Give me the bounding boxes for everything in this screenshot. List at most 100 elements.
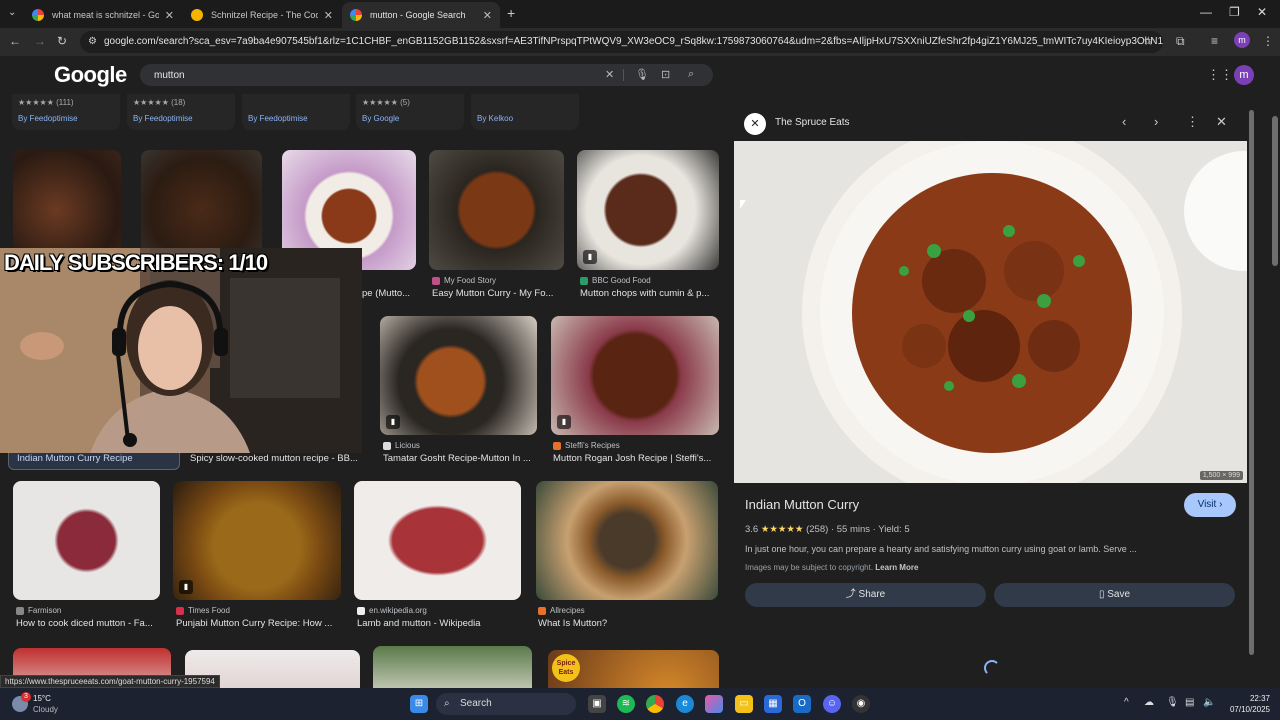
preview-title[interactable]: Indian Mutton Curry [745, 497, 859, 512]
task-view-icon[interactable]: ▣ [588, 695, 606, 713]
bookmark-star-icon[interactable]: ☆ [1143, 34, 1154, 48]
card-by[interactable]: By Feedoptimise [18, 114, 78, 123]
result-caption[interactable]: Spicy slow-cooked mutton recipe - BB... [190, 453, 362, 464]
menu-icon[interactable]: ⋮ [1262, 34, 1274, 48]
google-logo[interactable]: Google [54, 62, 127, 88]
source-favicon-icon [176, 606, 184, 615]
result-image-tamatar-gosht[interactable]: ▮ [380, 316, 537, 435]
close-window-icon[interactable]: ✕ [1257, 5, 1267, 19]
voice-search-icon[interactable]: 🎙 [635, 68, 649, 81]
weather-widget[interactable]: 15°C Cloudy [33, 693, 58, 715]
profile-icon[interactable]: m [1234, 32, 1250, 48]
chrome-icon[interactable] [646, 695, 664, 713]
divider [623, 69, 624, 81]
edge-icon[interactable]: e [676, 695, 694, 713]
outlook-icon[interactable]: O [793, 695, 811, 713]
previous-icon[interactable]: ‹ [1122, 114, 1126, 129]
extensions-icon[interactable]: ⧉ [1176, 34, 1185, 49]
shopping-card[interactable]: ★★★★★ (111) By Feedoptimise [12, 94, 120, 130]
result-caption[interactable]: Lamb and mutton - Wikipedia [357, 618, 522, 629]
mouse-cursor [740, 200, 746, 209]
save-button[interactable]: ▯ Save [994, 583, 1235, 607]
result-caption[interactable]: Tamatar Gosht Recipe-Mutton In ... [383, 453, 535, 464]
close-preview-icon[interactable]: ✕ [1216, 114, 1227, 130]
card-by[interactable]: By Google [362, 114, 399, 123]
page-scrollbar[interactable] [1270, 56, 1280, 688]
close-tab-icon[interactable]: ✕ [324, 9, 333, 22]
spruce-eats-logo-icon[interactable]: ✕ [744, 113, 766, 135]
share-button[interactable]: ⤴ Share [745, 583, 986, 607]
result-image-easy-mutton-curry[interactable] [429, 150, 564, 270]
network-icon[interactable]: ▤ [1185, 697, 1194, 708]
minimize-icon[interactable]: — [1200, 5, 1212, 19]
shopping-card[interactable]: By Feedoptimise [242, 94, 350, 130]
preview-source-name[interactable]: The Spruce Eats [775, 117, 849, 128]
search-box[interactable]: ✕ 🎙 ⊡ ⌕ [140, 64, 713, 86]
close-tab-icon[interactable]: ✕ [483, 9, 492, 22]
result-caption[interactable]: How to cook diced mutton - Fa... [16, 618, 161, 629]
card-by[interactable]: By Feedoptimise [248, 114, 308, 123]
close-tab-icon[interactable]: ✕ [165, 9, 174, 22]
account-avatar[interactable]: m [1234, 65, 1254, 85]
next-icon[interactable]: › [1154, 114, 1158, 129]
result-image-punjabi-mutton-curry[interactable]: ▮ [173, 481, 341, 600]
shopping-card[interactable]: ★★★★★ (5) By Google [356, 94, 464, 130]
result-caption[interactable]: Easy Mutton Curry - My Fo... [432, 288, 562, 299]
shopping-card[interactable]: By Kelkoo [471, 94, 579, 130]
card-by[interactable]: By Feedoptimise [133, 114, 193, 123]
address-bar[interactable]: ⚙ google.com/search?sca_esv=7a9ba4e90754… [80, 31, 1163, 53]
media-icon[interactable]: ≡ [1211, 34, 1218, 48]
tab-schnitzel-recipe[interactable]: Schnitzel Recipe - The Cookie R ✕ [183, 2, 341, 28]
microphone-icon[interactable]: 🎙 [1166, 697, 1179, 708]
app-icon[interactable]: ◉ [852, 695, 870, 713]
windows-start-icon[interactable]: ⊞ [410, 695, 428, 713]
result-caption[interactable]: What Is Mutton? [538, 618, 708, 629]
back-icon[interactable]: ← [9, 34, 21, 48]
result-image-spice-eats[interactable]: Spice Eats [548, 650, 719, 688]
reload-icon[interactable]: ↻ [57, 34, 67, 48]
more-options-icon[interactable]: ⋮ [1186, 114, 1199, 130]
tab-search-icon[interactable]: ⌄ [8, 7, 16, 18]
tab-mutton-search[interactable]: mutton - Google Search ✕ [342, 2, 500, 28]
preview-image[interactable]: 1,500 × 999 ⊙ [734, 141, 1247, 483]
visit-button[interactable]: Visit › [1184, 493, 1236, 517]
result-image-what-is-mutton[interactable] [536, 481, 718, 600]
source-favicon-icon [16, 606, 24, 615]
apps-grid-icon[interactable]: ⋮⋮ [1207, 67, 1233, 83]
site-info-icon[interactable]: ⚙ [88, 31, 97, 53]
hidden-icons-chevron-icon[interactable]: ^ [1124, 697, 1129, 708]
volume-icon[interactable]: 🔈 [1203, 697, 1215, 708]
result-caption[interactable]: Mutton Rogan Josh Recipe | Steffi's... [553, 453, 718, 464]
result-caption[interactable]: pe (Mutto... [362, 288, 412, 299]
microsoft-store-icon[interactable]: ▦ [764, 695, 782, 713]
video-icon: ▮ [583, 250, 597, 264]
result-caption[interactable]: Punjabi Mutton Curry Recipe: How ... [176, 618, 341, 629]
result-image-raw-mutton[interactable] [354, 481, 521, 600]
preview-scrollbar[interactable] [1249, 110, 1254, 655]
result-image-diced-mutton[interactable] [13, 481, 160, 600]
scrollbar-thumb[interactable] [1272, 116, 1278, 266]
clear-search-icon[interactable]: ✕ [605, 68, 614, 81]
taskbar-search[interactable]: ⌕ Search [436, 693, 576, 715]
lens-search-icon[interactable]: ⊡ [661, 68, 670, 81]
file-explorer-icon[interactable]: ▭ [735, 695, 753, 713]
learn-more-link[interactable]: Learn More [875, 563, 918, 572]
onedrive-icon[interactable]: ☁ [1144, 697, 1154, 708]
tab-schnitzel-search[interactable]: what meat is schnitzel - Google ✕ [24, 2, 182, 28]
search-input[interactable] [154, 67, 594, 83]
result-caption-selected[interactable]: Indian Mutton Curry Recipe [8, 450, 180, 470]
discord-icon[interactable]: ☺ [823, 695, 841, 713]
result-image-rogan-josh[interactable]: ▮ [551, 316, 719, 435]
result-image-mutton-chops[interactable]: ▮ [577, 150, 719, 270]
restore-icon[interactable]: ❐ [1229, 5, 1240, 19]
spotify-icon[interactable]: ≋ [617, 695, 635, 713]
system-clock[interactable]: 22:37 07/10/2025 [1224, 693, 1270, 715]
card-by[interactable]: By Kelkoo [477, 114, 513, 123]
search-icon[interactable]: ⌕ [688, 68, 694, 81]
copilot-icon[interactable] [705, 695, 723, 713]
shopping-card[interactable]: ★★★★★ (18) By Feedoptimise [127, 94, 235, 130]
forward-icon[interactable]: → [34, 34, 46, 48]
result-image-sheep[interactable] [373, 646, 532, 688]
result-caption[interactable]: Mutton chops with cumin & p... [580, 288, 720, 299]
new-tab-icon[interactable]: + [507, 5, 515, 21]
